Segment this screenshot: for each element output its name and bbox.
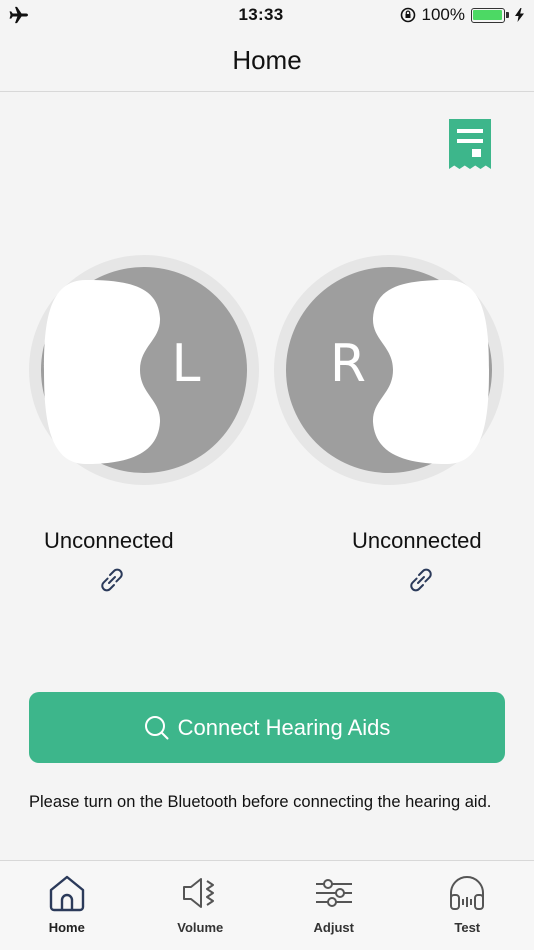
- receipt-button[interactable]: [449, 119, 491, 173]
- battery-icon: [470, 7, 509, 23]
- airplane-icon: [9, 6, 29, 24]
- right-ear-letter: R: [329, 334, 367, 394]
- left-connection-status: Unconnected: [44, 528, 174, 553]
- right-ear-graphic: [274, 255, 504, 485]
- bluetooth-hint: Please turn on the Bluetooth before conn…: [29, 793, 492, 811]
- right-connection-status: Unconnected: [352, 528, 482, 553]
- left-ear-graphic: [29, 255, 259, 485]
- speaker-icon: [183, 878, 215, 908]
- tab-test[interactable]: Test: [401, 861, 534, 950]
- connect-button-label: Connect Hearing Aids: [177, 714, 391, 740]
- headphones-icon: [450, 876, 485, 910]
- tab-home-label: Home: [48, 920, 85, 935]
- battery-fill: [473, 10, 503, 20]
- navigation-bar: Home: [0, 30, 534, 92]
- page-title: Home: [232, 45, 302, 75]
- status-time: 13:33: [238, 5, 284, 24]
- tab-adjust-label: Adjust: [313, 920, 354, 935]
- charging-bolt-icon: [514, 8, 524, 22]
- broken-link-icon: [410, 568, 432, 592]
- left-hearing-aid[interactable]: L: [28, 254, 260, 486]
- tab-volume-label: Volume: [177, 920, 224, 935]
- tab-adjust[interactable]: Adjust: [267, 861, 401, 950]
- home-icon: [49, 875, 84, 912]
- right-hearing-aid[interactable]: R: [273, 254, 505, 486]
- receipt-icon: [449, 119, 491, 169]
- tab-home[interactable]: Home: [0, 861, 134, 950]
- tab-volume[interactable]: Volume: [134, 861, 268, 950]
- status-bar: 13:33 100%: [0, 0, 534, 30]
- broken-link-icon: [101, 568, 123, 592]
- left-ear-letter: L: [171, 334, 201, 394]
- connect-hearing-aids-button[interactable]: Connect Hearing Aids: [29, 692, 505, 763]
- battery-percent: 100%: [421, 5, 465, 24]
- rotation-lock-icon: [400, 7, 415, 23]
- tab-bar: Home Volume Adjust Test: [0, 860, 534, 950]
- tab-test-label: Test: [454, 920, 481, 935]
- sliders-icon: [315, 879, 352, 907]
- search-icon: [144, 715, 169, 739]
